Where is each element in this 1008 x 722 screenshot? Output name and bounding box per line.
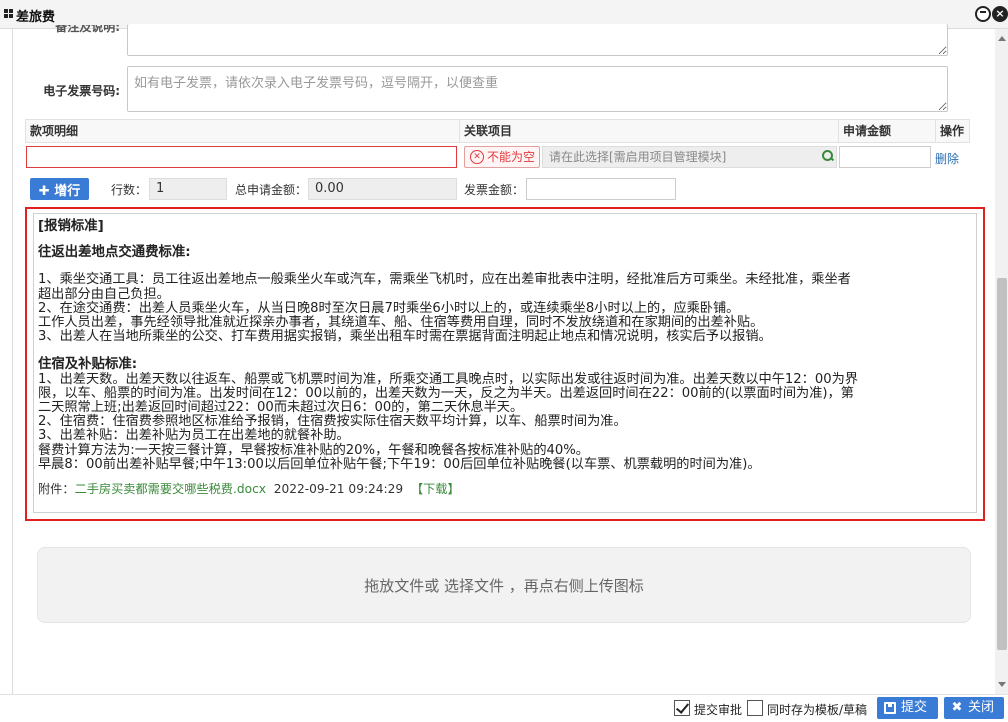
section2-line: 3、出差补贴：出差补贴为员工在出差地的就餐补助。 — [38, 428, 350, 444]
required-error-tip: ✕ 不能为空 — [464, 146, 541, 168]
section2-line: 餐费计算方法为:一天按三餐计算，早餐按标准补贴的20%，午餐和晚餐各按标准补贴的… — [38, 442, 589, 458]
submit-approval-label[interactable]: 提交审批 — [694, 701, 742, 718]
attachment-label: 附件： — [38, 482, 75, 497]
project-select-placeholder: 请在此选择[需启用项目管理模块] — [549, 150, 727, 164]
standard-title: [报销标准] — [38, 219, 104, 234]
file-dropzone[interactable]: 拖放文件或 选择文件 ，再点右侧上传图标 — [37, 547, 971, 623]
dropzone-hint: 拖放文件或 选择文件 ，再点右侧上传图标 — [364, 577, 644, 595]
close-window-icon[interactable]: × — [992, 6, 1008, 22]
attachment-download-link[interactable]: 【下载】 — [411, 482, 460, 496]
restore-icon[interactable] — [975, 6, 991, 22]
attachment-file-link[interactable]: 二手房买卖都需要交哪些税费.docx — [75, 482, 266, 496]
col-header-detail: 款项明细 — [26, 120, 460, 142]
section1-line: 超出部分由自己负担。 — [38, 286, 170, 302]
required-error-text: 不能为空 — [487, 150, 536, 164]
add-row-label: 增行 — [54, 183, 81, 199]
project-select-field[interactable]: 请在此选择[需启用项目管理模块] — [542, 146, 837, 168]
grid-icon — [4, 9, 13, 18]
vertical-scrollbar-thumb[interactable] — [997, 278, 1007, 650]
error-x-icon: ✕ — [470, 150, 484, 164]
reimbursement-standard-content: [报销标准] 往返出差地点交通费标准: 1、乘坐交通工具：员工往返出差地点一般乘… — [33, 213, 977, 513]
submit-approval-checkbox[interactable] — [674, 700, 690, 716]
close-button-label: 关闭 — [968, 700, 995, 715]
close-x-icon: ✖ — [951, 700, 963, 715]
section2-line: 早晨8：00前出差补贴早餐;中午13:00以后回单位补贴午餐;下午19：00后回… — [38, 456, 761, 472]
col-header-action: 操作 — [940, 124, 965, 138]
attachment-time: 2022-09-21 09:24:29 — [273, 482, 404, 497]
invoice-amount-label: 发票金额： — [464, 183, 525, 197]
section1-title: 往返出差地点交通费标准: — [38, 245, 191, 261]
scroll-up-arrow-icon[interactable] — [998, 36, 1006, 41]
section1-line: 3、出差人在当地所乘坐的公交、打车费用据实报销，乘坐出租车时需在票据背面注明起止… — [38, 329, 772, 345]
section1-line: 1、乘坐交通工具：员工往返出差地点一般乘坐火车或汽车，需乘坐飞机时，应在出差审批… — [38, 272, 851, 288]
remark-label: 备注及说明: — [55, 25, 120, 34]
rows-count-field: 1 — [149, 178, 227, 200]
invoice-amount-input[interactable] — [526, 178, 676, 200]
add-row-button[interactable]: ✚ 增行 — [30, 178, 89, 200]
total-amount-field: 0.00 — [308, 178, 457, 200]
col-header-project: 关联项目 — [460, 120, 839, 142]
einvoice-label: 电子发票号码: — [43, 84, 120, 98]
window-title: 差旅费 — [16, 10, 56, 25]
submit-button[interactable]: 提交 — [877, 697, 938, 719]
search-icon[interactable] — [822, 150, 834, 162]
col-header-amount: 申请金额 — [839, 120, 936, 142]
einvoice-textarea[interactable] — [127, 66, 948, 112]
section1-line: 2、在途交通费：出差人员乘坐火车，从当日晚8时至次日晨7时乘坐6小时以上的，或连… — [38, 300, 740, 316]
detail-input[interactable] — [26, 146, 457, 168]
save-icon — [884, 702, 896, 714]
reimbursement-standard-box: [报销标准] 往返出差地点交通费标准: 1、乘坐交通工具：员工往返出差地点一般乘… — [25, 207, 985, 521]
section2-line: 限，以车、船票的时间为准。出发时间在12：00以前的，出差天数为一天，反之为半天… — [38, 385, 854, 401]
save-template-checkbox[interactable] — [747, 700, 763, 716]
close-button[interactable]: ✖ 关闭 — [944, 697, 1004, 719]
total-amount-label: 总申请金额： — [235, 183, 308, 197]
section2-line: 1、出差天数。出差天数以往返车、船票或飞机票时间为准，所乘交通工具晚点时，以实际… — [38, 371, 859, 387]
amount-input[interactable] — [839, 146, 931, 168]
section2-title: 住宿及补贴标准: — [38, 357, 138, 373]
remark-textarea[interactable] — [127, 24, 948, 56]
submit-button-label: 提交 — [901, 700, 928, 715]
attachment-row: 附件：二手房买卖都需要交哪些税费.docx 2022-09-21 09:24:2… — [38, 482, 976, 496]
plus-icon: ✚ — [38, 183, 55, 199]
scroll-down-arrow-icon[interactable] — [998, 682, 1006, 687]
rows-label: 行数： — [111, 183, 148, 197]
save-template-label[interactable]: 同时存为模板/草稿 — [767, 701, 867, 718]
detail-table-header: 款项明细 关联项目 申请金额 操作 — [25, 119, 970, 143]
delete-row-link[interactable]: 删除 — [935, 150, 959, 167]
